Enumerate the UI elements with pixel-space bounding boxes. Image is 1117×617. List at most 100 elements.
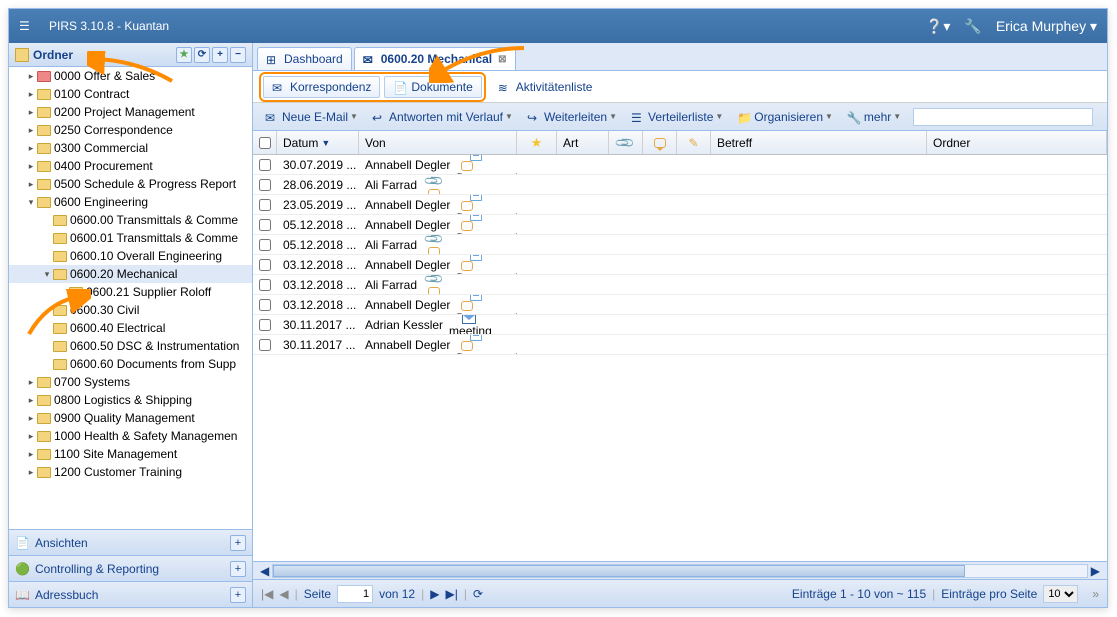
- scrollbar-thumb[interactable]: [273, 565, 965, 577]
- row-checkbox[interactable]: [259, 259, 271, 271]
- hamburger-icon[interactable]: ☰: [19, 19, 39, 33]
- expand-arrow-icon[interactable]: ▸: [25, 431, 37, 442]
- expand-arrow-icon[interactable]: ▸: [25, 161, 37, 172]
- tree-node[interactable]: 0600.40 Electrical: [9, 319, 252, 337]
- addressbook-panel[interactable]: 📖 Adressbuch +: [9, 581, 252, 607]
- expand-arrow-icon[interactable]: ▸: [25, 71, 37, 82]
- tree-node[interactable]: 0600.10 Overall Engineering: [9, 247, 252, 265]
- horizontal-scrollbar[interactable]: ◀ ▶: [253, 561, 1107, 579]
- tree-node[interactable]: 0600.01 Transmittals & Comme: [9, 229, 252, 247]
- distlist-button[interactable]: ☰Verteilerliste▼: [625, 106, 729, 128]
- per-page-select[interactable]: 10: [1043, 585, 1078, 603]
- subtab-dokumente[interactable]: 📄 Dokumente: [384, 76, 481, 98]
- tree-node[interactable]: ▸0250 Correspondence: [9, 121, 252, 139]
- row-checkbox[interactable]: [259, 219, 271, 231]
- row-checkbox[interactable]: [259, 239, 271, 251]
- row-checkbox[interactable]: [259, 179, 271, 191]
- expand-button[interactable]: »: [1092, 587, 1099, 601]
- expand-arrow-icon[interactable]: ▸: [25, 107, 37, 118]
- subtab-aktivitaeten[interactable]: ≋ Aktivitätenliste: [490, 76, 601, 98]
- table-row[interactable]: 28.06.2019 ... Ali Farrad ☆ 📎 Official C…: [253, 175, 1107, 195]
- help-icon[interactable]: ❔▾: [926, 18, 950, 35]
- subtab-korrespondenz[interactable]: ✉ Korrespondenz: [263, 76, 380, 98]
- col-von[interactable]: Von: [359, 131, 517, 154]
- organize-button[interactable]: 📁Organisieren▼: [731, 106, 839, 128]
- col-datum[interactable]: Datum▼: [277, 131, 359, 154]
- col-attachment[interactable]: 📎: [609, 131, 643, 154]
- expand-arrow-icon[interactable]: ▸: [25, 143, 37, 154]
- row-checkbox[interactable]: [259, 159, 271, 171]
- controlling-panel[interactable]: 🟢 Controlling & Reporting +: [9, 555, 252, 581]
- expand-arrow-icon[interactable]: ▸: [25, 395, 37, 406]
- expand-controlling-button[interactable]: +: [230, 561, 246, 577]
- tree-node[interactable]: 0600.50 DSC & Instrumentation: [9, 337, 252, 355]
- favorite-button[interactable]: ★: [176, 47, 192, 63]
- page-input[interactable]: [337, 585, 373, 603]
- tree-node[interactable]: ▸0700 Systems: [9, 373, 252, 391]
- reply-button[interactable]: ↩Antworten mit Verlauf▼: [366, 106, 519, 128]
- tree-node[interactable]: ▸0200 Project Management: [9, 103, 252, 121]
- col-betreff[interactable]: Betreff: [711, 131, 927, 154]
- expand-arrow-icon[interactable]: ▸: [25, 125, 37, 136]
- tree-node[interactable]: ▸1100 Site Management: [9, 445, 252, 463]
- table-row[interactable]: 03.12.2018 ... Annabell Degler ☆ Documen…: [253, 295, 1107, 315]
- expand-arrow-icon[interactable]: ▸: [25, 179, 37, 190]
- col-star[interactable]: ★: [517, 131, 557, 154]
- tree-node[interactable]: ▸0800 Logistics & Shipping: [9, 391, 252, 409]
- expand-arrow-icon[interactable]: ▸: [25, 377, 37, 388]
- expand-arrow-icon[interactable]: ▾: [25, 197, 37, 208]
- col-edit[interactable]: ✎: [677, 131, 711, 154]
- expand-addressbook-button[interactable]: +: [230, 587, 246, 603]
- tree-node[interactable]: ▸0300 Commercial: [9, 139, 252, 157]
- add-folder-button[interactable]: +: [212, 47, 228, 63]
- new-email-button[interactable]: ✉Neue E-Mail▼: [259, 106, 364, 128]
- select-all-checkbox[interactable]: [259, 137, 271, 149]
- table-row[interactable]: 05.12.2018 ... Annabell Degler ☆ Documen…: [253, 215, 1107, 235]
- views-panel[interactable]: 📄 Ansichten +: [9, 529, 252, 555]
- prev-page-button[interactable]: ◀: [279, 587, 288, 601]
- tree-node[interactable]: ▸0400 Procurement: [9, 157, 252, 175]
- refresh-button[interactable]: ⟳: [194, 47, 210, 63]
- tree-node[interactable]: ▾0600.20 Mechanical: [9, 265, 252, 283]
- refresh-button[interactable]: ⟳: [473, 587, 483, 601]
- row-checkbox[interactable]: [259, 299, 271, 311]
- next-page-button[interactable]: ▶: [430, 587, 439, 601]
- expand-arrow-icon[interactable]: ▸: [25, 89, 37, 100]
- search-input[interactable]: [913, 108, 1093, 126]
- table-row[interactable]: 05.12.2018 ... Ali Farrad ☆ 📎 Official C…: [253, 235, 1107, 255]
- expand-arrow-icon[interactable]: ▸: [25, 449, 37, 460]
- last-page-button[interactable]: ▶|: [445, 587, 457, 601]
- table-row[interactable]: 30.11.2017 ... Adrian Kessler ☆ meeting …: [253, 315, 1107, 335]
- forward-button[interactable]: ↪Weiterleiten▼: [521, 106, 623, 128]
- expand-arrow-icon[interactable]: ▸: [25, 413, 37, 424]
- tree-node[interactable]: ▸0500 Schedule & Progress Report: [9, 175, 252, 193]
- tab-dashboard[interactable]: ⊞ Dashboard: [257, 47, 352, 70]
- tree-node[interactable]: ▾0600 Engineering: [9, 193, 252, 211]
- row-checkbox[interactable]: [259, 199, 271, 211]
- collapse-button[interactable]: −: [230, 47, 246, 63]
- table-row[interactable]: 23.05.2019 ... Annabell Degler ☆ Documen…: [253, 195, 1107, 215]
- tree-node[interactable]: 0600.00 Transmittals & Comme: [9, 211, 252, 229]
- tree-node[interactable]: ▸0900 Quality Management: [9, 409, 252, 427]
- col-art[interactable]: Art: [557, 131, 609, 154]
- col-comment[interactable]: [643, 131, 677, 154]
- tree-node[interactable]: ▸0100 Contract: [9, 85, 252, 103]
- tree-node[interactable]: 0600.30 Civil: [9, 301, 252, 319]
- tab-active-folder[interactable]: ✉ 0600.20 Mechanical ⊠: [354, 47, 516, 70]
- expand-arrow-icon[interactable]: ▾: [41, 269, 53, 280]
- first-page-button[interactable]: |◀: [261, 587, 273, 601]
- row-checkbox[interactable]: [259, 339, 271, 351]
- row-checkbox[interactable]: [259, 279, 271, 291]
- user-menu[interactable]: Erica Murphey ▾: [996, 18, 1097, 35]
- table-row[interactable]: 03.12.2018 ... Ali Farrad ☆ 📎 Official C…: [253, 275, 1107, 295]
- expand-arrow-icon[interactable]: ▸: [25, 467, 37, 478]
- col-ordner[interactable]: Ordner: [927, 131, 1107, 154]
- expand-views-button[interactable]: +: [230, 535, 246, 551]
- tree-node[interactable]: ▸1200 Customer Training: [9, 463, 252, 481]
- more-button[interactable]: 🔧mehr▼: [841, 106, 907, 128]
- wrench-icon[interactable]: 🔧: [964, 18, 981, 35]
- scrollbar-track[interactable]: [272, 564, 1088, 578]
- tree-node[interactable]: ▸0000 Offer & Sales: [9, 67, 252, 85]
- tab-close-icon[interactable]: ⊠: [498, 54, 506, 65]
- table-row[interactable]: 30.07.2019 ... Annabell Degler ☆ Documen…: [253, 155, 1107, 175]
